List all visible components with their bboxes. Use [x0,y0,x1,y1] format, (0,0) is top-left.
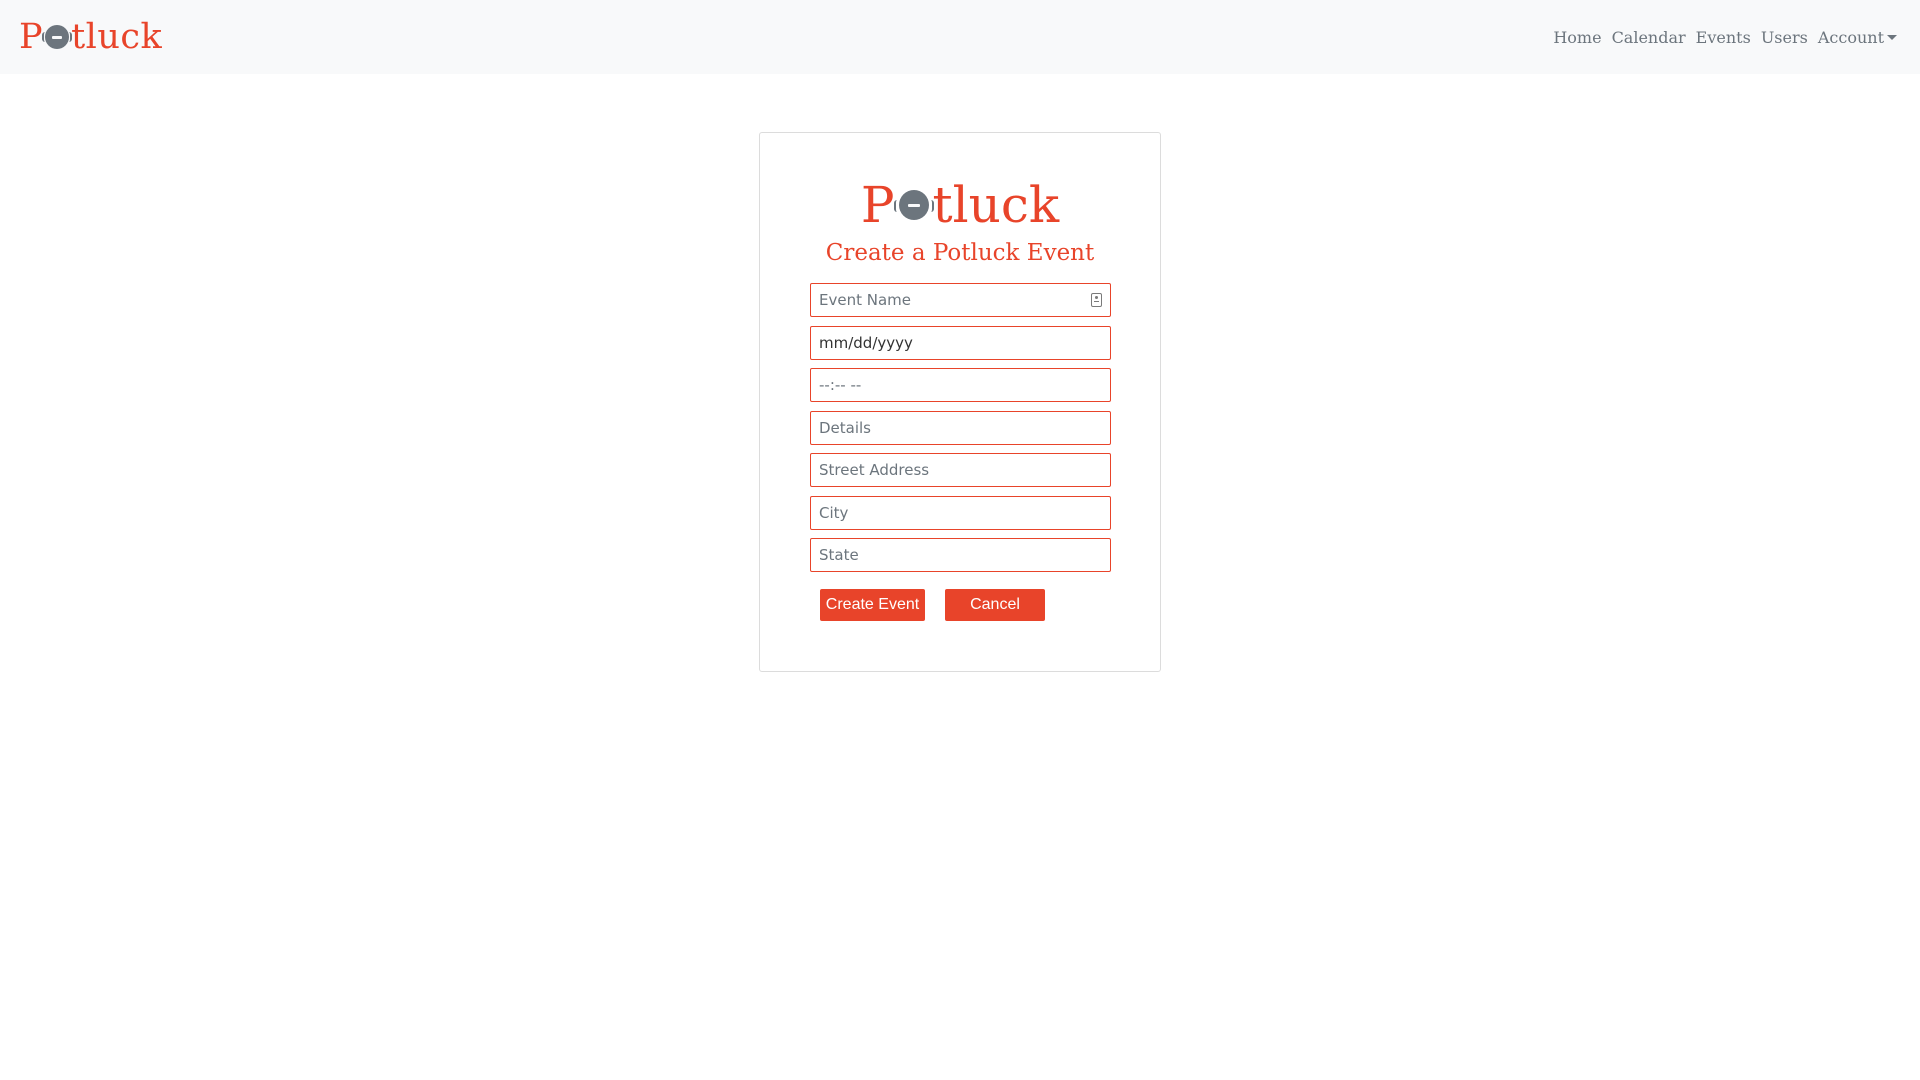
state-input[interactable] [819,546,1102,564]
city-input[interactable] [819,504,1102,522]
nav-link-events[interactable]: Events [1691,20,1756,55]
nav-account-dropdown[interactable]: Account [1813,20,1902,55]
nav-links: Home Calendar Events Users Account [1548,20,1902,55]
details-input[interactable] [819,419,1102,437]
nav-account-label: Account [1817,27,1884,47]
caret-down-icon [1887,34,1897,40]
state-field[interactable] [810,538,1111,572]
brand-logo-link[interactable]: P tluck [19,16,163,57]
pot-icon [42,24,73,50]
street-address-field[interactable] [810,453,1111,487]
nav-link-users[interactable]: Users [1756,20,1813,55]
form-title: Create a Potluck Event [825,240,1095,266]
street-address-input[interactable] [819,461,1102,479]
autofill-contact-icon[interactable] [1091,293,1102,307]
event-name-input[interactable] [819,291,1102,309]
nav-link-calendar[interactable]: Calendar [1607,20,1691,55]
cancel-button[interactable]: Cancel [945,589,1045,621]
date-field[interactable]: mm/dd/yyyy [810,326,1111,360]
time-input-display[interactable]: --:-- -- [819,376,861,394]
event-name-field[interactable] [810,283,1111,317]
card-logo-letters-tluck: tluck [932,176,1060,234]
nav-link-home[interactable]: Home [1548,20,1606,55]
card-logo: P tluck [760,180,1160,230]
brand-letter-p: P [19,16,44,57]
city-field[interactable] [810,496,1111,530]
time-field[interactable]: --:-- -- [810,368,1111,402]
pot-icon [893,188,934,222]
date-input-display[interactable]: mm/dd/yyyy [819,334,913,352]
top-navbar: P tluck Home Calendar Events Users Accou… [0,0,1920,74]
details-field[interactable] [810,411,1111,445]
brand-letters-tluck: tluck [71,16,163,57]
card-logo-letter-p: P [860,176,895,234]
create-event-button[interactable]: Create Event [820,589,925,621]
create-event-card: P tluck Create a Potluck Event mm/dd/yyy… [759,132,1161,672]
